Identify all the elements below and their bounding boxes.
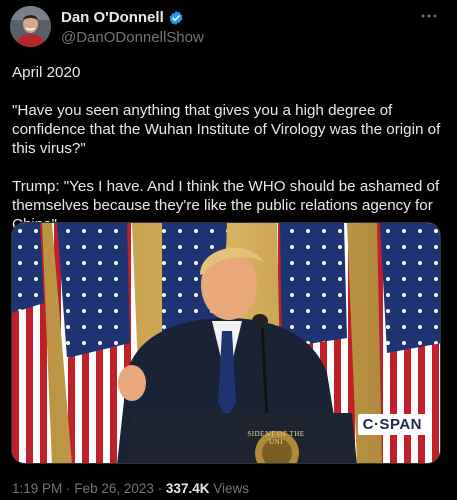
author-handle[interactable]: @DanODonnellShow [61, 29, 204, 46]
tweet-media-image[interactable]: SIDENT OF THE UNI C·SPAN [11, 222, 441, 464]
tweet-meta: 1:19 PM · Feb 26, 2023 · 337.4K Views [12, 481, 249, 496]
tweet-date[interactable]: Feb 26, 2023 [74, 481, 154, 496]
tweet-text: April 2020 "Have you seen anything that … [12, 63, 446, 234]
tweet-paragraph: "Have you seen anything that gives you a… [12, 102, 441, 157]
avatar-image [10, 6, 51, 47]
author-row: Dan O'Donnell [61, 9, 184, 26]
podium-seal-text: SIDENT OF THE UNI [247, 430, 305, 446]
verified-badge-icon[interactable] [168, 10, 184, 26]
cspan-logo: C·SPAN [357, 414, 427, 435]
views-label: Views [213, 481, 250, 496]
avatar[interactable] [10, 6, 51, 47]
tweet-paragraph: April 2020 [12, 64, 81, 81]
views-count[interactable]: 337.4K [166, 481, 210, 496]
more-options-icon[interactable] [419, 9, 439, 23]
meta-separator: · [66, 481, 71, 496]
meta-separator: · [157, 481, 163, 496]
author-name[interactable]: Dan O'Donnell [61, 9, 164, 26]
tweet[interactable]: Dan O'Donnell @DanODonnellShow April 202… [0, 0, 457, 500]
tweet-time[interactable]: 1:19 PM [12, 481, 62, 496]
